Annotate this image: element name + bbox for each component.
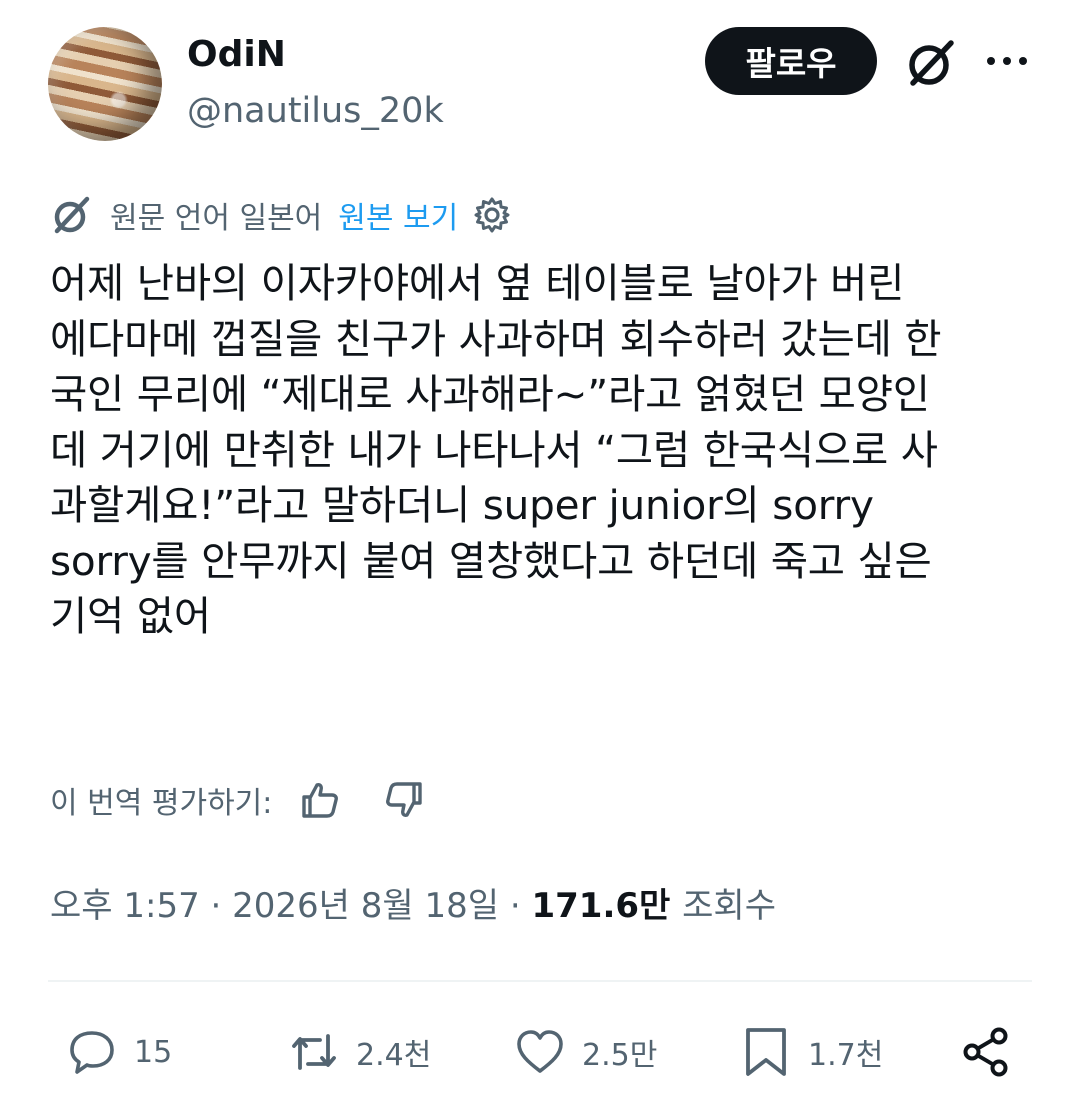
like-button[interactable]: 2.5만 <box>512 1020 657 1084</box>
translation-bar: 원문 언어 일본어 원본 보기 <box>50 194 512 236</box>
share-button[interactable] <box>958 1020 1014 1084</box>
bookmark-button[interactable]: 1.7천 <box>738 1020 883 1084</box>
more-icon[interactable] <box>985 50 1029 72</box>
translate-icon <box>54 196 90 234</box>
tweet-line: 에다마메 껍질을 친구가 사과하며 회수하러 갔는데 한 <box>50 314 942 363</box>
meta-separator: · <box>509 886 532 926</box>
repost-button[interactable]: 2.4천 <box>286 1020 431 1084</box>
reply-count: 15 <box>134 1034 173 1070</box>
heart-icon <box>517 1030 563 1073</box>
reply-icon <box>70 1031 114 1074</box>
tweet-date[interactable]: 2026년 8월 18일 <box>232 886 499 926</box>
tweet-line: sorry를 안무까지 붙여 열창했다고 하던데 죽고 싶은 <box>50 536 932 585</box>
divider <box>48 980 1032 982</box>
grok-icon[interactable] <box>903 35 959 91</box>
rate-translation-label: 이 번역 평가하기: <box>50 786 273 821</box>
action-bar: 15 2.4천 2.5만 1.7천 <box>0 1020 1080 1084</box>
tweet-text: 어제 난바의 이자카야에서 옆 테이블로 날아가 버린 에다마메 껍질을 친구가… <box>50 256 1035 645</box>
gear-icon[interactable] <box>472 195 512 235</box>
author-handle[interactable]: @nautilus_20k <box>187 89 444 133</box>
avatar[interactable] <box>48 27 162 141</box>
thumbs-up-icon[interactable] <box>298 778 342 822</box>
show-original-link[interactable]: 원본 보기 <box>338 193 458 237</box>
repost-icon <box>292 1034 336 1070</box>
tweet-line: 과할게요!”라고 말하더니 super junior의 sorry <box>50 481 874 529</box>
rate-translation: 이 번역 평가하기: <box>50 776 426 824</box>
thumbs-down-icon[interactable] <box>382 778 426 822</box>
share-icon <box>963 1027 1008 1077</box>
tweet-time[interactable]: 오후 1:57 <box>50 886 200 926</box>
tweet-line: 기억 없어 <box>50 592 211 640</box>
reply-button[interactable]: 15 <box>64 1020 172 1084</box>
view-count: 171.6만 <box>531 886 683 926</box>
source-language-label: 원문 언어 일본어 <box>110 201 323 236</box>
tweet-line: 어제 난바의 이자카야에서 옆 테이블로 날아가 버린 <box>50 259 905 307</box>
tweet-line: 국인 무리에 “제대로 사과해라~”라고 얽혔던 모양인 <box>50 370 930 418</box>
bookmark-icon <box>746 1028 786 1076</box>
repost-count: 2.4천 <box>356 1038 432 1073</box>
tweet-meta: 오후 1:57 · 2026년 8월 18일 · 171.6만 조회수 <box>50 882 776 930</box>
bookmark-count: 1.7천 <box>808 1038 884 1073</box>
like-count: 2.5만 <box>582 1038 658 1073</box>
meta-separator: · <box>210 886 233 926</box>
tweet-line: 데 거기에 만취한 내가 나타나서 “그럼 한국식으로 사 <box>50 425 938 474</box>
follow-button[interactable]: 팔로우 <box>705 27 877 95</box>
author-name[interactable]: OdiN <box>187 33 286 77</box>
view-label: 조회수 <box>682 886 776 926</box>
